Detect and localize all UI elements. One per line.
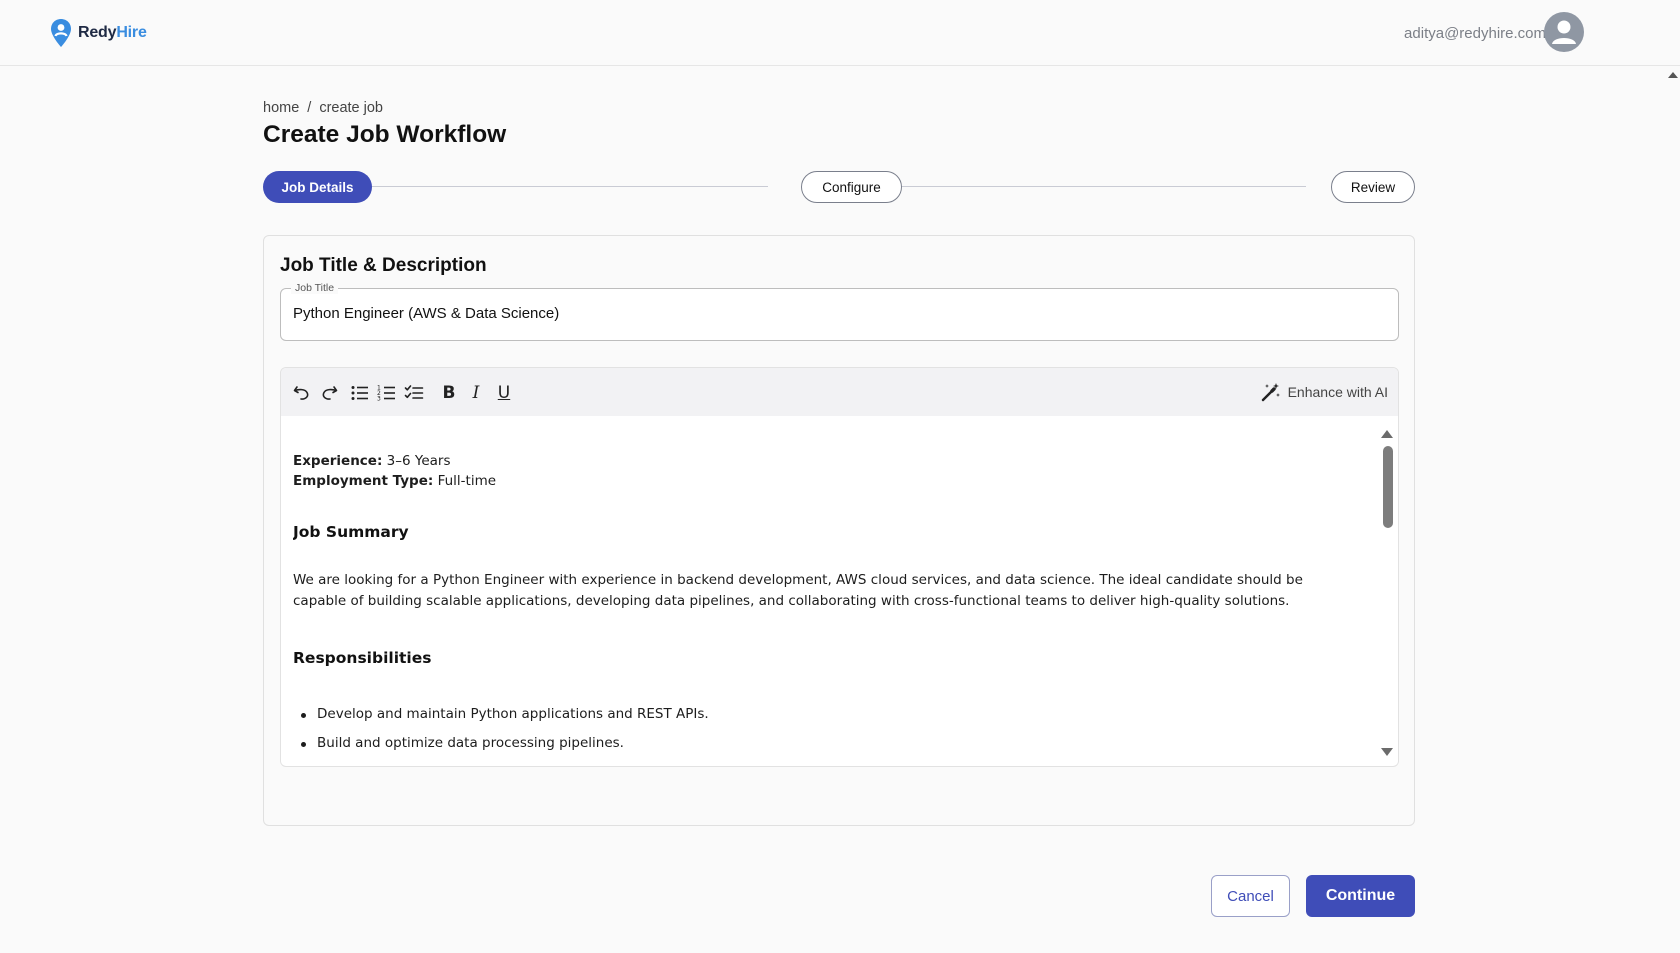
- location-pin-logo-icon: [51, 19, 71, 47]
- step-review[interactable]: Review: [1331, 171, 1415, 203]
- list-item: Build and optimize data processing pipel…: [301, 735, 624, 751]
- job-title-label: Job Title: [291, 282, 339, 294]
- editor-scroll-down-arrow[interactable]: [1381, 748, 1393, 756]
- editor-toolbar: 123 B I U Enhance with AI: [281, 368, 1398, 416]
- breadcrumb-separator: /: [307, 100, 312, 116]
- employment-type-label: Employment Type:: [293, 473, 434, 489]
- job-title-input[interactable]: [293, 305, 1373, 322]
- job-details-card: Job Title & Description Job Title 123 B …: [263, 235, 1415, 826]
- enhance-label: Enhance with AI: [1287, 384, 1388, 400]
- editor-content[interactable]: Experience: 3–6 Years Employment Type: F…: [293, 416, 1363, 766]
- responsibilities-heading: Responsibilities: [293, 649, 432, 667]
- experience-label: Experience:: [293, 453, 383, 469]
- redo-icon[interactable]: [318, 382, 340, 404]
- magic-wand-icon: [1261, 383, 1280, 402]
- breadcrumb: home / create job: [263, 100, 383, 116]
- stepper-connector: [870, 186, 1306, 187]
- user-avatar[interactable]: [1544, 12, 1584, 52]
- editor-scroll-up-arrow[interactable]: [1381, 430, 1393, 438]
- stepper-connector: [372, 186, 768, 187]
- page-scrollbar[interactable]: [1668, 84, 1680, 953]
- breadcrumb-home[interactable]: home: [263, 100, 299, 116]
- card-title: Job Title & Description: [280, 255, 487, 276]
- editor-scrollbar-thumb[interactable]: [1383, 446, 1393, 528]
- brand-name-part2: Hire: [116, 24, 147, 41]
- page-scroll-up-arrow[interactable]: [1668, 72, 1678, 78]
- cancel-button[interactable]: Cancel: [1211, 875, 1290, 917]
- numbered-list-icon[interactable]: 123: [376, 382, 398, 404]
- svg-text:3: 3: [377, 396, 381, 403]
- brand-name-part1: Redy: [78, 24, 117, 41]
- italic-icon[interactable]: I: [465, 382, 487, 404]
- job-title-field[interactable]: Job Title: [280, 282, 1399, 341]
- workflow-stepper: Job Details Configure Review: [263, 171, 1415, 203]
- user-email: aditya@redyhire.com: [1404, 25, 1546, 42]
- enhance-with-ai-button[interactable]: Enhance with AI: [1260, 381, 1388, 403]
- experience-value: 3–6 Years: [386, 453, 451, 469]
- brand-name: RedyHire: [78, 24, 147, 42]
- employment-type-value: Full-time: [437, 473, 497, 489]
- checklist-icon[interactable]: [403, 382, 425, 404]
- user-icon: [1552, 20, 1576, 44]
- step-configure[interactable]: Configure: [801, 171, 902, 203]
- continue-button[interactable]: Continue: [1306, 875, 1415, 917]
- app-header: RedyHire aditya@redyhire.com: [0, 0, 1680, 66]
- job-summary-text: We are looking for a Python Engineer wit…: [293, 572, 1303, 609]
- experience-line: Experience: 3–6 Years: [293, 453, 451, 469]
- underline-icon[interactable]: U: [493, 382, 515, 404]
- job-summary-heading: Job Summary: [293, 523, 409, 541]
- list-item: Develop and maintain Python applications…: [301, 706, 709, 722]
- employment-type-line: Employment Type: Full-time: [293, 473, 496, 489]
- redyhire-logo[interactable]: RedyHire: [50, 18, 147, 48]
- page-title: Create Job Workflow: [263, 121, 507, 148]
- bullet-list-icon[interactable]: [349, 382, 371, 404]
- breadcrumb-current: create job: [319, 100, 383, 116]
- undo-icon[interactable]: [291, 382, 313, 404]
- bold-icon[interactable]: B: [438, 382, 460, 404]
- description-editor[interactable]: 123 B I U Enhance with AI Experience: 3–: [280, 367, 1399, 767]
- step-job-details[interactable]: Job Details: [263, 171, 372, 203]
